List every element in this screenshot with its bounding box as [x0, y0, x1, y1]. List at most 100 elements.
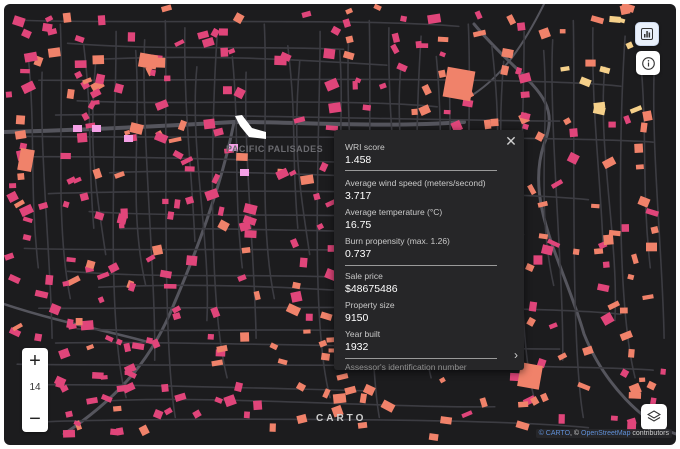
map-frame[interactable]: PACIFIC PALISADES + 14 − ✕ WRI score 1.4… [4, 4, 676, 445]
parcel[interactable] [174, 392, 187, 402]
parcel[interactable] [197, 30, 210, 40]
parcel[interactable] [319, 161, 329, 173]
parcel[interactable] [526, 316, 536, 327]
parcel[interactable] [609, 15, 621, 23]
parcel[interactable] [86, 396, 99, 405]
parcel[interactable] [223, 394, 237, 408]
parcel[interactable] [34, 333, 43, 342]
parcel[interactable] [222, 86, 232, 95]
parcel[interactable] [180, 156, 194, 166]
parcel[interactable] [66, 257, 76, 263]
parcel[interactable] [323, 48, 336, 60]
parcel[interactable] [345, 35, 354, 44]
parcel[interactable] [642, 294, 654, 301]
parcel[interactable] [100, 375, 108, 380]
parcel[interactable] [362, 104, 372, 111]
parcel[interactable] [240, 332, 250, 342]
parcel[interactable] [127, 32, 136, 42]
parcel[interactable] [145, 337, 153, 345]
parcel[interactable] [9, 183, 17, 189]
parcel[interactable] [629, 105, 643, 114]
parcel[interactable] [621, 224, 630, 232]
parcel[interactable] [220, 47, 229, 57]
parcel[interactable] [378, 82, 387, 90]
parcel[interactable] [352, 80, 358, 90]
parcel[interactable] [201, 37, 215, 48]
parcel[interactable] [21, 28, 32, 39]
parcel[interactable] [8, 273, 21, 285]
parcel[interactable] [92, 55, 105, 65]
parcel[interactable] [269, 423, 276, 432]
parcel[interactable] [124, 370, 131, 375]
parcel[interactable] [97, 15, 106, 26]
parcel[interactable] [216, 344, 228, 353]
parcel[interactable] [623, 114, 632, 125]
parcel[interactable] [75, 317, 83, 326]
parcel[interactable] [285, 303, 302, 317]
parcel[interactable] [439, 376, 446, 384]
parcel[interactable] [118, 223, 125, 229]
parcel[interactable] [124, 129, 131, 136]
parcel[interactable] [345, 7, 354, 15]
parcel[interactable] [172, 312, 182, 321]
parcel[interactable] [15, 115, 26, 125]
parcel[interactable] [550, 179, 564, 189]
parcel[interactable] [540, 392, 549, 403]
parcel[interactable] [640, 122, 648, 133]
parcel[interactable] [5, 91, 13, 98]
parcel[interactable] [86, 343, 95, 351]
parcel[interactable] [438, 69, 447, 79]
layers-button[interactable] [641, 404, 667, 430]
parcel[interactable] [560, 65, 570, 72]
parcel[interactable] [129, 122, 144, 135]
parcel[interactable] [639, 377, 646, 383]
parcel[interactable] [300, 174, 315, 186]
parcel[interactable] [107, 262, 120, 274]
parcel[interactable] [277, 358, 288, 366]
parcel[interactable] [42, 22, 53, 33]
parcel[interactable] [192, 409, 202, 419]
parcel[interactable] [336, 372, 349, 381]
parcel[interactable] [490, 118, 499, 127]
parcel[interactable] [359, 393, 368, 404]
parcel[interactable] [608, 121, 616, 128]
parcel[interactable] [603, 234, 614, 246]
parcel[interactable] [62, 429, 76, 438]
parcel[interactable] [646, 242, 658, 252]
parcel[interactable] [373, 4, 382, 11]
parcel[interactable] [45, 274, 54, 286]
parcel[interactable] [241, 247, 251, 254]
parcel[interactable] [167, 211, 175, 220]
parcel[interactable] [579, 76, 592, 88]
parcel[interactable] [159, 269, 172, 279]
parcel[interactable] [34, 289, 49, 299]
parcel[interactable] [619, 307, 628, 314]
parcel[interactable] [240, 169, 249, 176]
parcel[interactable] [74, 60, 87, 69]
parcel[interactable] [20, 80, 37, 95]
parcel[interactable] [566, 151, 580, 165]
parcel[interactable] [601, 156, 617, 170]
parcel[interactable] [537, 200, 549, 208]
parcel[interactable] [602, 261, 610, 268]
parcel[interactable] [619, 330, 633, 342]
parcel[interactable] [320, 311, 333, 321]
parcel[interactable] [185, 255, 198, 267]
parcel[interactable] [89, 88, 102, 99]
parcel[interactable] [569, 128, 578, 138]
parcel[interactable] [500, 64, 510, 76]
parcel[interactable] [73, 125, 82, 132]
parcel[interactable] [79, 192, 90, 202]
parcel[interactable] [218, 28, 228, 36]
parcel[interactable] [660, 368, 667, 375]
parcel[interactable] [646, 380, 657, 391]
parcel[interactable] [18, 203, 35, 217]
parcel[interactable] [559, 29, 566, 34]
parcel[interactable] [596, 283, 610, 293]
parcel[interactable] [12, 15, 26, 28]
parcel[interactable] [342, 18, 352, 28]
parcel[interactable] [269, 342, 279, 351]
parcel[interactable] [65, 410, 74, 418]
parcel[interactable] [520, 91, 530, 99]
parcel[interactable] [610, 415, 618, 421]
